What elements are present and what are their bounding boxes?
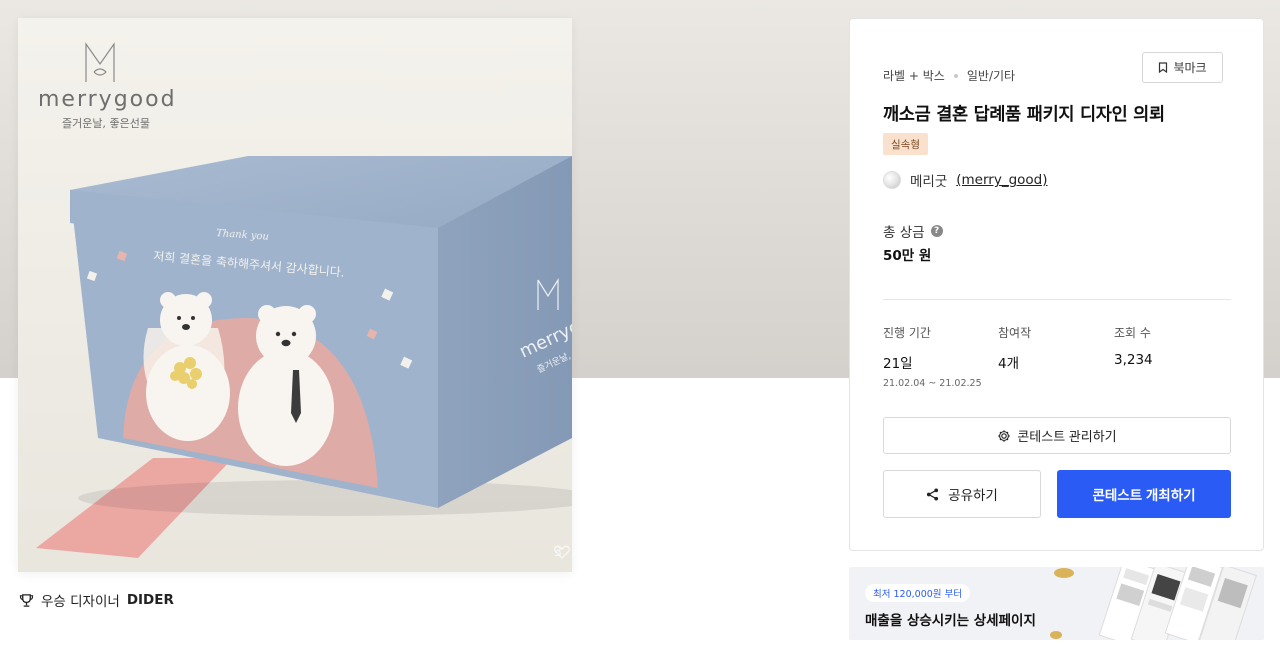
stat-entries: 참여작 4개 [998, 324, 1031, 372]
prize-label-text: 총 상금 [883, 225, 925, 241]
promo-headline: 매출을 상승시키는 상세페이지 [865, 613, 1036, 629]
stat-views: 조회 수 3,234 [1114, 324, 1153, 368]
tier-badge: 실속형 [883, 133, 928, 155]
stat-period-value: 21일 [883, 356, 913, 372]
heart-icon [553, 545, 570, 559]
host-contest-button[interactable]: 콘테스트 개최하기 [1057, 470, 1231, 518]
contest-author[interactable]: 메리굿 (merry_good) [883, 170, 1048, 190]
author-handle[interactable]: (merry_good) [956, 172, 1047, 188]
share-icon [927, 487, 939, 501]
bookmark-icon [1159, 62, 1168, 73]
promo-price-pill: 최저 120,000원 부터 [865, 584, 971, 602]
stat-views-label: 조회 수 [1114, 326, 1151, 340]
share-label: 공유하기 [948, 488, 998, 503]
manage-contest-button[interactable]: 콘테스트 관리하기 [883, 417, 1231, 454]
stat-entries-label: 참여작 [998, 326, 1032, 340]
prize-value: 50만 원 [883, 248, 932, 264]
breadcrumb-category[interactable]: 라벨 + 박스 [883, 67, 945, 84]
brand-name: merrygood [38, 87, 177, 112]
breadcrumb: 라벨 + 박스 일반/기타 [883, 67, 1015, 84]
like-count[interactable]: 3 [554, 545, 570, 560]
author-name: 메리굿 [910, 174, 948, 190]
prize-label: 총 상금 ? [883, 221, 943, 241]
winner-name[interactable]: DIDER [127, 592, 174, 608]
contest-title: 깨소금 결혼 답례품 패키지 디자인 의뢰 [883, 105, 1165, 125]
breadcrumb-subcategory[interactable]: 일반/기타 [967, 67, 1015, 84]
package-illustration: Thank you 저희 결혼을 축하해주셔서 감사합니다. merrygood… [18, 18, 572, 572]
stat-views-value: 3,234 [1114, 352, 1153, 368]
trophy-icon [19, 593, 34, 607]
stat-entries-value: 4개 [998, 356, 1020, 372]
winner-designer: 우승 디자이너 DIDER [19, 590, 174, 610]
winner-prefix: 우승 디자이너 [41, 594, 120, 610]
bookmark-button[interactable]: 북마크 [1142, 52, 1223, 83]
promo-banner[interactable]: 최저 120,000원 부터 매출을 상승시키는 상세페이지 [849, 567, 1264, 640]
promo-mockup-image [1050, 567, 1257, 640]
avatar [883, 171, 901, 189]
help-icon[interactable]: ? [930, 225, 943, 237]
share-button[interactable]: 공유하기 [883, 470, 1041, 518]
contest-info-card: 라벨 + 박스 일반/기타 북마크 깨소금 결혼 답례품 패키지 디자인 의뢰 … [849, 18, 1264, 551]
stat-period-range: 21.02.04 ~ 21.02.25 [883, 378, 982, 389]
manage-contest-label: 콘테스트 관리하기 [1017, 429, 1117, 444]
stat-period: 진행 기간 21일 21.02.04 ~ 21.02.25 [883, 324, 982, 389]
stat-period-label: 진행 기간 [883, 326, 931, 340]
divider [883, 299, 1231, 300]
winning-design-image[interactable]: Thank you 저희 결혼을 축하해주셔서 감사합니다. merrygood… [18, 18, 572, 572]
bookmark-label: 북마크 [1173, 61, 1207, 75]
brand-tagline: 즐거운날, 좋은선물 [62, 117, 150, 130]
gear-icon [998, 429, 1011, 442]
breadcrumb-separator [953, 73, 958, 78]
